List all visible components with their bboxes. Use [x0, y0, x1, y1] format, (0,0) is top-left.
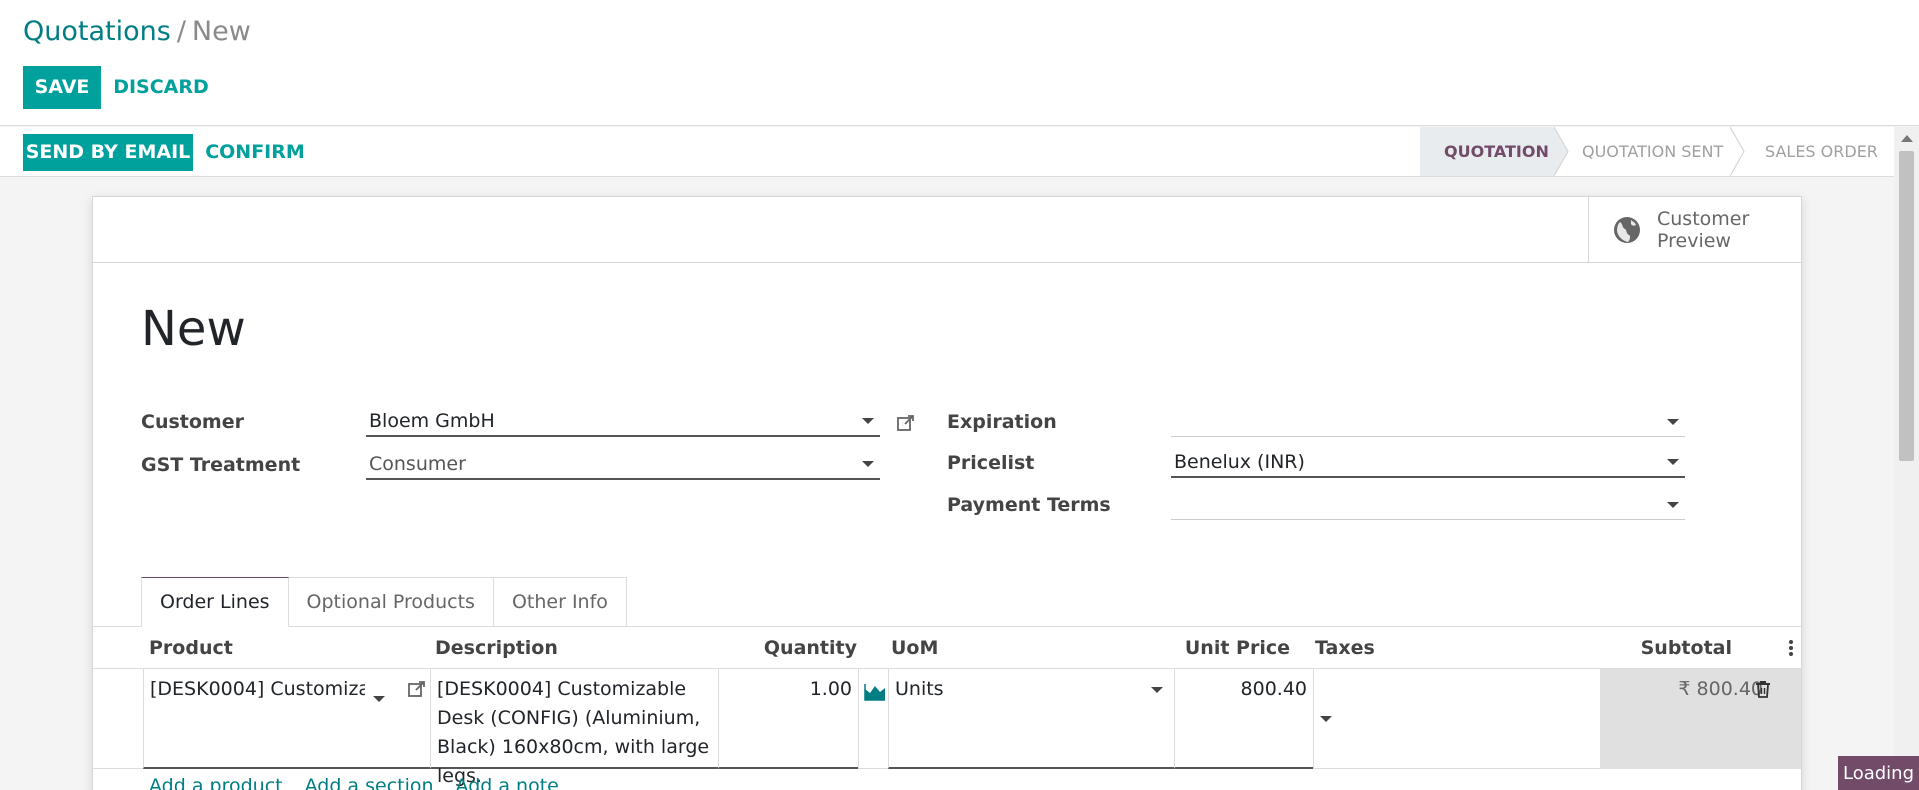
table-row[interactable]: [DESK0004] Customizable [DESK0004] Custo…	[93, 669, 1801, 787]
customer-preview-label: Customer Preview	[1657, 207, 1750, 252]
notebook-tabs: Order Lines Optional Products Other Info	[141, 577, 627, 627]
chevron-down-icon[interactable]	[1151, 686, 1164, 693]
scrollbar-thumb[interactable]	[1899, 151, 1914, 461]
customer-value: Bloem GmbH	[369, 410, 495, 432]
chevron-down-icon[interactable]	[1667, 418, 1679, 425]
expiration-field[interactable]	[1171, 407, 1685, 437]
tab-other-info[interactable]: Other Info	[493, 577, 627, 627]
payment-terms-field[interactable]	[1171, 490, 1685, 520]
customer-preview-button[interactable]: Customer Preview	[1588, 197, 1801, 262]
column-uom[interactable]: UoM	[891, 627, 938, 669]
gst-treatment-label: GST Treatment	[141, 454, 301, 476]
expiration-label: Expiration	[947, 411, 1057, 433]
column-unit-price[interactable]: Unit Price	[1093, 627, 1290, 669]
unit-price-cell[interactable]: 800.40	[1174, 669, 1313, 769]
product-cell[interactable]: [DESK0004] Customizable	[143, 669, 430, 769]
optional-columns-kebab-icon[interactable]	[1789, 640, 1793, 658]
chevron-down-icon[interactable]	[862, 418, 874, 424]
add-line-links: Add a product Add a section Add a note	[149, 775, 581, 790]
statusbar: SEND BY EMAIL CONFIRM QUOTATION QUOTATIO…	[0, 127, 1894, 177]
column-quantity[interactable]: Quantity	[713, 627, 857, 669]
trash-icon[interactable]	[1755, 680, 1771, 698]
status-step-quotation[interactable]: QUOTATION	[1420, 127, 1554, 176]
status-step-arrow	[1554, 127, 1569, 176]
chevron-down-icon[interactable]	[1667, 459, 1679, 465]
external-link-icon[interactable]	[407, 679, 427, 699]
globe-icon	[1614, 216, 1640, 243]
customer-field[interactable]: Bloem GmbH	[366, 407, 880, 437]
quantity-value: 1.00	[809, 678, 852, 700]
status-step-quotation-sent[interactable]: QUOTATION SENT	[1582, 127, 1732, 176]
uom-cell[interactable]: Units	[888, 669, 1174, 769]
forecast-cell[interactable]	[858, 669, 888, 769]
page-title: New	[141, 301, 246, 357]
chevron-down-icon[interactable]	[862, 461, 874, 467]
chevron-down-icon[interactable]	[373, 695, 386, 702]
external-link-icon[interactable]	[896, 413, 916, 433]
loading-indicator: Loading	[1838, 756, 1919, 790]
order-lines-header: Product Description Quantity UoM Unit Pr…	[93, 627, 1801, 669]
add-product-link[interactable]: Add a product	[149, 775, 283, 790]
customer-label: Customer	[141, 411, 244, 433]
quantity-cell[interactable]: 1.00	[718, 669, 858, 769]
subtotal-cell: ₹ 800.40	[1600, 669, 1801, 769]
column-taxes[interactable]: Taxes	[1315, 627, 1375, 669]
payment-terms-label: Payment Terms	[947, 494, 1111, 516]
column-description[interactable]: Description	[435, 627, 558, 669]
area-chart-icon[interactable]	[864, 683, 886, 701]
breadcrumb-separator: /	[176, 16, 186, 47]
chevron-down-icon[interactable]	[1320, 715, 1332, 722]
description-cell[interactable]: [DESK0004] Customizable Desk (CONFIG) (A…	[430, 669, 718, 787]
unit-price-value: 800.40	[1240, 678, 1307, 700]
uom-value: Units	[895, 678, 944, 700]
chevron-down-icon[interactable]	[1667, 501, 1679, 508]
tab-optional-products[interactable]: Optional Products	[288, 577, 494, 627]
pricelist-value: Benelux (INR)	[1174, 451, 1305, 473]
add-note-link[interactable]: Add a note	[456, 775, 559, 790]
discard-button[interactable]: DISCARD	[111, 66, 211, 109]
status-step-sales-order[interactable]: SALES ORDER	[1765, 127, 1895, 176]
breadcrumb: Quotations / New	[23, 16, 251, 47]
gst-treatment-field[interactable]: Consumer	[366, 450, 880, 480]
button-box: Customer Preview	[93, 197, 1801, 263]
add-section-link[interactable]: Add a section	[305, 775, 434, 790]
product-value: [DESK0004] Customizable	[150, 678, 365, 700]
column-subtotal[interactable]: Subtotal	[1543, 627, 1732, 669]
control-panel: Quotations / New SAVE DISCARD	[0, 0, 1919, 126]
subtotal-value: ₹ 800.40	[1678, 678, 1763, 700]
status-step-arrow	[1730, 127, 1745, 176]
save-button[interactable]: SAVE	[23, 66, 101, 109]
breadcrumb-quotations-link[interactable]: Quotations	[23, 16, 171, 47]
description-value: [DESK0004] Customizable Desk (CONFIG) (A…	[437, 678, 710, 787]
tab-order-lines[interactable]: Order Lines	[141, 577, 289, 627]
confirm-button[interactable]: CONFIRM	[202, 134, 308, 171]
pricelist-label: Pricelist	[947, 452, 1035, 474]
pricelist-field[interactable]: Benelux (INR)	[1171, 448, 1685, 478]
send-by-email-button[interactable]: SEND BY EMAIL	[23, 134, 193, 171]
vertical-scrollbar[interactable]	[1894, 127, 1919, 790]
breadcrumb-current: New	[191, 16, 251, 47]
taxes-cell[interactable]	[1313, 669, 1600, 769]
scroll-up-arrow-icon[interactable]	[1901, 135, 1913, 142]
gst-treatment-value: Consumer	[369, 453, 466, 475]
column-product[interactable]: Product	[149, 627, 233, 669]
form-sheet: Customer Preview New Customer Bloem GmbH…	[92, 196, 1802, 790]
